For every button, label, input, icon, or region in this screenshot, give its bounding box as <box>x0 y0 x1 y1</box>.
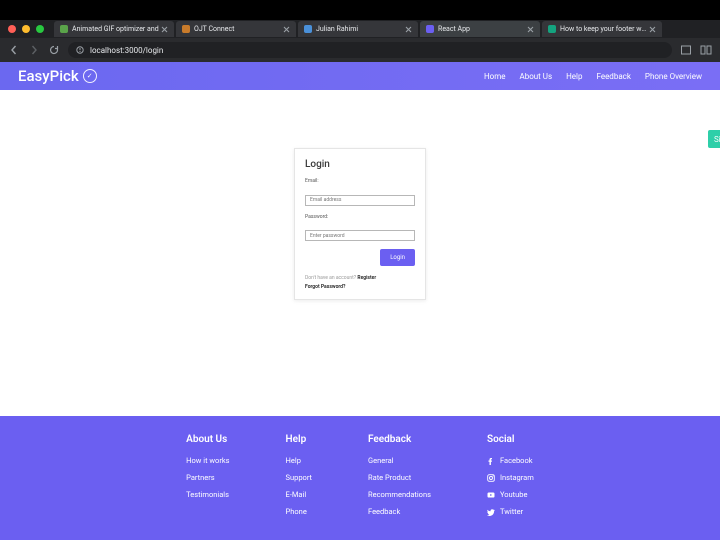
email-label: Email: <box>305 178 415 184</box>
tab-label: How to keep your footer whe <box>560 25 649 33</box>
tab-label: Julian Rahimi <box>316 25 405 33</box>
social-label: Twitter <box>500 507 523 516</box>
youtube-icon <box>487 491 495 499</box>
footer-heading: About Us <box>186 434 229 445</box>
nav-link[interactable]: Feedback <box>596 72 630 81</box>
browser-tab[interactable]: How to keep your footer whe <box>542 21 662 37</box>
card-meta: Don't have an account? Register Forgot P… <box>305 274 415 291</box>
back-button[interactable] <box>8 44 20 56</box>
reload-button[interactable] <box>48 44 60 56</box>
extension-icon[interactable] <box>680 44 692 56</box>
tab-favicon <box>304 25 312 33</box>
url-bar[interactable]: localhost:3000/login <box>68 42 672 58</box>
footer-link[interactable]: Rate Product <box>368 473 431 482</box>
signup-button[interactable]: Si <box>708 130 720 148</box>
email-field[interactable] <box>305 195 415 206</box>
password-field[interactable] <box>305 230 415 241</box>
close-icon[interactable] <box>161 26 168 33</box>
footer-column: Help Help Support E-Mail Phone <box>286 434 312 540</box>
extension-icon-2[interactable] <box>700 44 712 56</box>
brand-text: EasyPick <box>18 67 79 85</box>
footer-column: Feedback General Rate Product Recommendatio… <box>368 434 431 540</box>
footer-column-social: Social Facebook Instagram Youtube Twitter <box>487 434 534 540</box>
footer-link[interactable]: General <box>368 456 431 465</box>
tab-favicon <box>60 25 68 33</box>
close-icon[interactable] <box>527 26 534 33</box>
browser-tabstrip: Animated GIF optimizer and OJT Connect J… <box>0 20 720 38</box>
footer-link[interactable]: Recommendations <box>368 490 431 499</box>
close-icon[interactable] <box>283 26 290 33</box>
footer-link[interactable]: E-Mail <box>286 490 312 499</box>
app-header: EasyPick ✓ Home About Us Help Feedback Phone… <box>0 62 720 90</box>
os-titlebar <box>0 0 720 20</box>
browser-tab[interactable]: Animated GIF optimizer and <box>54 21 174 37</box>
forgot-password-link[interactable]: Forgot Password? <box>305 284 345 290</box>
close-window-button[interactable] <box>8 25 16 33</box>
twitter-icon <box>487 508 495 516</box>
footer-link[interactable]: Feedback <box>368 507 431 516</box>
close-icon[interactable] <box>405 26 412 33</box>
tab-favicon <box>426 25 434 33</box>
nav-link[interactable]: Phone Overview <box>645 72 702 81</box>
footer-link[interactable]: Testimonials <box>186 490 229 499</box>
footer-heading: Social <box>487 434 534 445</box>
facebook-icon <box>487 457 495 465</box>
footer-heading: Feedback <box>368 434 431 445</box>
brand-badge-icon: ✓ <box>83 69 97 83</box>
tab-favicon <box>548 25 556 33</box>
primary-nav: Home About Us Help Feedback Phone Overview <box>484 72 702 81</box>
footer-link[interactable]: Phone <box>286 507 312 516</box>
tab-label: Animated GIF optimizer and <box>72 25 161 33</box>
password-label: Password: <box>305 214 415 220</box>
browser-tab[interactable]: Julian Rahimi <box>298 21 418 37</box>
browser-toolbar: localhost:3000/login <box>0 38 720 62</box>
browser-tab[interactable]: React App <box>420 21 540 37</box>
page-viewport: EasyPick ✓ Home About Us Help Feedback Phone… <box>0 62 720 540</box>
social-label: Facebook <box>500 456 533 465</box>
register-prompt: Don't have an account? <box>305 275 356 281</box>
footer-column: About Us How it works Partners Testimonials <box>186 434 229 540</box>
url-text: localhost:3000/login <box>90 46 163 55</box>
register-link[interactable]: Register <box>357 275 376 281</box>
not-secure-icon <box>76 46 84 54</box>
tab-label: OJT Connect <box>194 25 283 33</box>
login-title: Login <box>305 159 415 170</box>
footer-link[interactable]: Support <box>286 473 312 482</box>
close-icon[interactable] <box>649 26 656 33</box>
footer: About Us How it works Partners Testimonials… <box>0 416 720 540</box>
social-label: Youtube <box>500 490 527 499</box>
footer-link[interactable]: Help <box>286 456 312 465</box>
minimize-window-button[interactable] <box>22 25 30 33</box>
social-link[interactable]: Instagram <box>487 473 534 482</box>
nav-link[interactable]: Help <box>566 72 582 81</box>
login-button[interactable]: Login <box>380 249 415 266</box>
nav-link[interactable]: Home <box>484 72 506 81</box>
instagram-icon <box>487 474 495 482</box>
brand-logo[interactable]: EasyPick ✓ <box>18 67 97 85</box>
footer-heading: Help <box>286 434 312 445</box>
footer-link[interactable]: Partners <box>186 473 229 482</box>
window-traffic-lights <box>8 25 44 33</box>
footer-link[interactable]: How it works <box>186 456 229 465</box>
social-link[interactable]: Facebook <box>487 456 534 465</box>
tab-label: React App <box>438 25 527 33</box>
login-card: Login Email: Password: Login Don't have … <box>294 148 426 300</box>
main-area: Login Email: Password: Login Don't have … <box>0 90 720 416</box>
tab-favicon <box>182 25 190 33</box>
social-link[interactable]: Youtube <box>487 490 534 499</box>
forward-button[interactable] <box>28 44 40 56</box>
nav-link[interactable]: About Us <box>519 72 552 81</box>
browser-tab[interactable]: OJT Connect <box>176 21 296 37</box>
maximize-window-button[interactable] <box>36 25 44 33</box>
social-label: Instagram <box>500 473 534 482</box>
social-link[interactable]: Twitter <box>487 507 534 516</box>
